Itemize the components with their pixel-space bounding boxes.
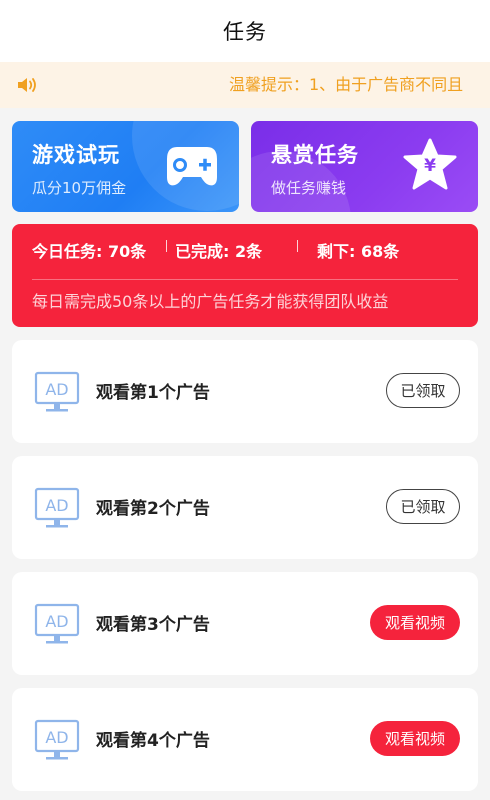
svg-text:AD: AD <box>45 496 68 515</box>
claimed-button[interactable]: 已领取 <box>386 489 460 524</box>
divider <box>297 240 298 252</box>
yen-star-icon: ¥ <box>403 138 457 190</box>
claimed-button[interactable]: 已领取 <box>386 373 460 408</box>
today-tasks: 今日任务: 70条 <box>32 242 147 261</box>
ad-monitor-icon: AD <box>34 603 80 644</box>
notice-bar[interactable]: 温馨提示：1、由于广告商不同且 <box>0 62 490 108</box>
task-label: 观看第4个广告 <box>96 731 210 751</box>
game-trial-title: 游戏试玩 <box>32 143 120 167</box>
task-label: 观看第1个广告 <box>96 383 210 403</box>
reward-task-card[interactable]: 悬赏任务 做任务赚钱 ¥ <box>251 121 478 212</box>
ad-monitor-icon: AD <box>34 487 80 528</box>
svg-text:AD: AD <box>45 728 68 747</box>
task-item: AD 观看第1个广告 已领取 <box>12 340 478 443</box>
stats-row: 今日任务: 70条 已完成: 2条 剩下: 68条 <box>32 238 462 262</box>
task-item: AD 观看第4个广告 观看视频 <box>12 688 478 791</box>
ad-monitor-icon: AD <box>34 371 80 412</box>
page-title: 任务 <box>223 20 267 44</box>
gamepad-icon <box>167 147 217 186</box>
task-stats-panel: 今日任务: 70条 已完成: 2条 剩下: 68条 每日需完成50条以上的广告任… <box>12 224 478 327</box>
ad-monitor-icon: AD <box>34 719 80 760</box>
reward-task-subtitle: 做任务赚钱 <box>271 179 347 197</box>
svg-text:¥: ¥ <box>424 156 436 176</box>
task-label: 观看第2个广告 <box>96 499 210 519</box>
stats-note: 每日需完成50条以上的广告任务才能获得团队收益 <box>32 292 389 311</box>
divider <box>32 279 458 280</box>
game-trial-subtitle: 瓜分10万佣金 <box>32 179 127 197</box>
task-item: AD 观看第2个广告 已领取 <box>12 456 478 559</box>
reward-task-title: 悬赏任务 <box>271 143 359 167</box>
notice-text: 温馨提示：1、由于广告商不同且 <box>229 75 464 94</box>
app-header: 任务 <box>0 0 490 62</box>
completed-tasks: 已完成: 2条 <box>175 242 263 261</box>
svg-text:AD: AD <box>45 380 68 399</box>
speaker-icon <box>18 78 36 92</box>
watch-video-button[interactable]: 观看视频 <box>370 605 460 640</box>
remaining-tasks: 剩下: 68条 <box>317 242 400 261</box>
watch-video-button[interactable]: 观看视频 <box>370 721 460 756</box>
task-label: 观看第3个广告 <box>96 615 210 635</box>
game-trial-card[interactable]: 游戏试玩 瓜分10万佣金 <box>12 121 239 212</box>
divider <box>166 240 167 252</box>
svg-text:AD: AD <box>45 612 68 631</box>
task-item: AD 观看第3个广告 观看视频 <box>12 572 478 675</box>
